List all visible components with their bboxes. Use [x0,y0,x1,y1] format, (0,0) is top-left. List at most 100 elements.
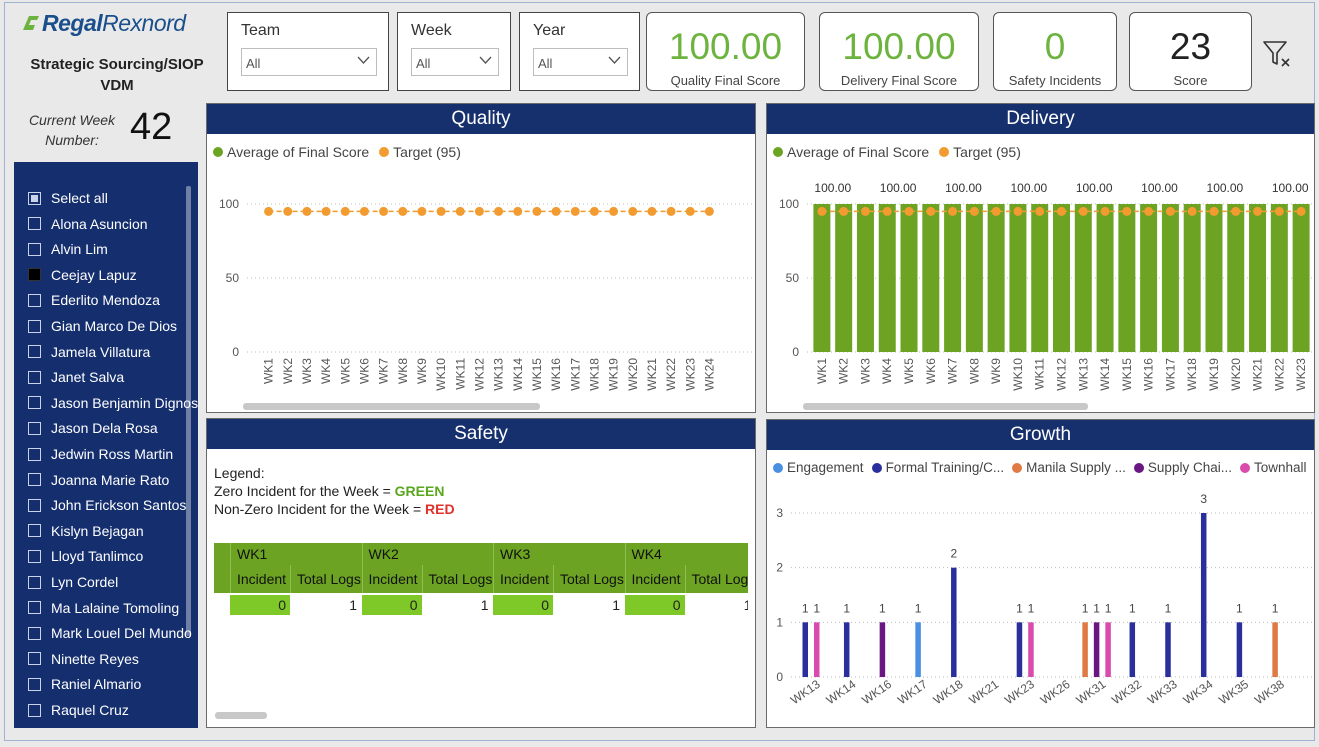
checkbox[interactable] [28,319,41,333]
target-point[interactable] [1078,206,1088,216]
matrix-incident-cell[interactable]: 0 [624,595,685,615]
target-point[interactable] [359,206,369,216]
checkbox[interactable] [28,677,41,691]
week-dropdown[interactable]: All [411,48,499,76]
checkbox[interactable] [28,626,41,640]
people-item[interactable]: Lloyd Tanlimco [28,544,143,568]
matrix-column-header[interactable]: Incident [361,565,422,593]
target-point[interactable] [379,206,389,216]
target-point[interactable] [926,206,936,216]
delivery-bar[interactable] [1249,204,1267,352]
target-point[interactable] [704,206,714,216]
target-point[interactable] [948,206,958,216]
target-point[interactable] [817,206,827,216]
target-point[interactable] [839,206,849,216]
growth-bar[interactable] [1129,622,1136,677]
checkbox[interactable] [28,370,41,384]
growth-bar[interactable] [1200,513,1207,677]
people-item[interactable]: John Erickson Santos [28,493,186,517]
matrix-column-header[interactable]: Total Logs [290,565,361,593]
target-point[interactable] [882,206,892,216]
clear-filter-icon[interactable] [1262,38,1292,70]
target-point[interactable] [860,206,870,216]
checkbox[interactable] [28,473,41,487]
checkbox[interactable] [28,524,41,538]
delivery-bar[interactable] [1140,204,1158,352]
target-point[interactable] [685,206,695,216]
target-point[interactable] [969,206,979,216]
matrix-incident-cell[interactable]: 0 [493,595,553,615]
delivery-bar[interactable] [878,204,896,352]
matrix-column-header[interactable]: Incident [493,565,553,593]
matrix-week-header[interactable]: WK3 [493,543,625,565]
checkbox[interactable] [28,652,41,666]
growth-bar[interactable] [1165,622,1171,677]
delivery-bar[interactable] [1031,204,1049,352]
matrix-logs-cell[interactable]: 1 [553,595,624,615]
delivery-bar[interactable] [987,204,1005,352]
people-item[interactable]: Ceejay Lapuz [28,263,137,287]
target-point[interactable] [1231,206,1241,216]
delivery-bar[interactable] [1183,204,1201,352]
checkbox[interactable] [28,421,41,435]
target-point[interactable] [302,206,312,216]
target-point[interactable] [609,206,619,216]
growth-bar[interactable] [1105,622,1111,677]
growth-bar[interactable] [802,622,809,677]
delivery-bar[interactable] [1227,204,1245,352]
delivery-bar[interactable] [1205,204,1223,352]
growth-bar[interactable] [1272,622,1278,677]
people-item[interactable]: Alona Asuncion [28,212,148,236]
people-item[interactable]: Janet Salva [28,365,124,389]
delivery-bar[interactable] [1270,204,1288,352]
target-point[interactable] [1100,206,1110,216]
matrix-incident-cell[interactable]: 0 [361,595,422,615]
people-item[interactable]: Select all [28,186,108,210]
growth-bar[interactable] [1016,622,1023,677]
people-item[interactable]: Kislyn Bejagan [28,519,144,543]
growth-bar[interactable] [1093,622,1100,677]
matrix-week-header[interactable]: WK4 [624,543,749,565]
delivery-hscroll[interactable] [803,403,1088,410]
matrix-column-header[interactable]: Total Logs [553,565,624,593]
matrix-week-header[interactable]: WK2 [361,543,494,565]
matrix-column-header[interactable]: Total Logs [421,565,493,593]
people-item[interactable]: Ma Lalaine Tomoling [28,596,179,620]
matrix-logs-cell[interactable]: 1 [422,595,493,615]
target-point[interactable] [513,206,523,216]
people-item[interactable]: Ninette Reyes [28,647,139,671]
people-item[interactable]: Raniel Almario [28,672,141,696]
growth-bar[interactable] [1082,622,1088,677]
team-dropdown[interactable]: All [241,48,377,76]
checkbox[interactable] [28,217,41,231]
target-point[interactable] [991,206,1001,216]
target-point[interactable] [551,206,561,216]
checkbox[interactable] [28,242,41,256]
year-dropdown[interactable]: All [533,48,628,76]
delivery-bar[interactable] [944,204,962,352]
delivery-bar[interactable] [813,204,831,352]
delivery-bar[interactable] [1009,204,1027,352]
target-point[interactable] [1187,206,1197,216]
checkbox[interactable] [28,345,41,359]
delivery-bar[interactable] [1118,204,1136,352]
people-item[interactable]: Jamela Villatura [28,340,150,364]
matrix-incident-cell[interactable]: 0 [230,595,290,615]
target-point[interactable] [570,206,580,216]
people-item[interactable]: Joanna Marie Rato [28,468,169,492]
target-point[interactable] [1165,206,1175,216]
target-point[interactable] [1296,206,1306,216]
delivery-bar[interactable] [856,204,874,352]
growth-bar[interactable] [879,622,886,677]
checkbox[interactable] [28,191,41,205]
people-item[interactable]: Jason Dela Rosa [28,416,158,440]
delivery-bar[interactable] [1074,204,1092,352]
target-point[interactable] [647,206,657,216]
quality-hscroll[interactable] [243,403,540,410]
target-point[interactable] [532,206,542,216]
target-point[interactable] [1274,206,1284,216]
target-point[interactable] [904,206,914,216]
people-item[interactable]: Alvin Lim [28,237,108,261]
checkbox[interactable] [28,396,41,410]
checkbox[interactable] [28,293,41,307]
